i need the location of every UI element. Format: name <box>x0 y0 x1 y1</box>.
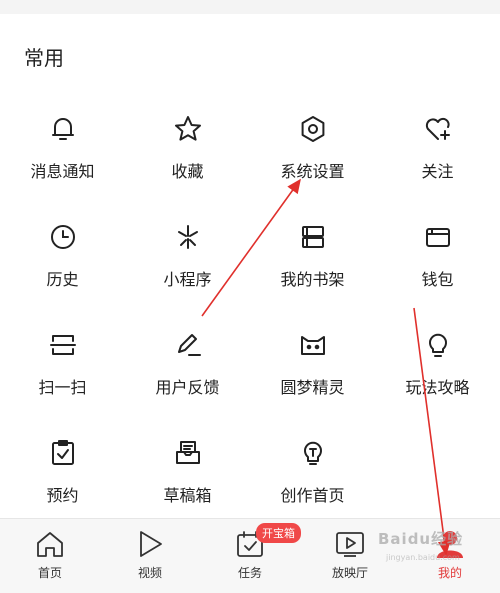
clipboard-check-icon <box>48 438 78 468</box>
section-title: 常用 <box>24 46 64 70</box>
grid-item-notifications[interactable]: 消息通知 <box>0 92 125 200</box>
grid-item-label: 预约 <box>46 486 79 505</box>
home-icon <box>34 528 66 560</box>
tab-home[interactable]: 首页 <box>0 519 100 593</box>
gear-icon <box>298 114 328 144</box>
baidu-watermark-url: jingyan.baidu.com <box>386 553 460 562</box>
grid-item-favorites[interactable]: 收藏 <box>125 92 250 200</box>
drafts-icon <box>173 438 203 468</box>
grid-item-feedback[interactable]: 用户反馈 <box>125 308 250 416</box>
cat-face-icon <box>298 330 328 360</box>
star-icon <box>173 114 203 144</box>
grid-row: 消息通知 收藏 系统设置 关注 <box>0 92 500 200</box>
common-functions-grid: 消息通知 收藏 系统设置 关注 历史 小程序 我的书架 钱包 扫一扫 用户反馈 … <box>0 92 500 524</box>
scan-icon <box>48 330 78 360</box>
grid-row: 预约 草稿箱 创作首页 <box>0 416 500 524</box>
grid-item-label: 消息通知 <box>30 162 95 181</box>
heart-plus-icon <box>423 114 453 144</box>
tab-label: 任务 <box>237 566 262 580</box>
play-icon <box>134 528 166 560</box>
grid-item-label: 收藏 <box>171 162 204 181</box>
tab-label: 视频 <box>137 566 162 580</box>
grid-item-follow[interactable]: 关注 <box>375 92 500 200</box>
grid-item-label: 小程序 <box>163 270 212 289</box>
grid-item-label: 钱包 <box>421 270 454 289</box>
lightbulb-icon <box>423 330 453 360</box>
grid-item-reservations[interactable]: 预约 <box>0 416 125 524</box>
screening-room-icon <box>334 528 366 560</box>
grid-item-system-settings[interactable]: 系统设置 <box>250 92 375 200</box>
grid-item-label: 圆梦精灵 <box>280 378 345 397</box>
feedback-pen-icon <box>173 330 203 360</box>
tab-video[interactable]: 视频 <box>100 519 200 593</box>
tab-label: 放映厅 <box>331 566 368 580</box>
grid-item-mini-programs[interactable]: 小程序 <box>125 200 250 308</box>
grid-item-creator-home[interactable]: 创作首页 <box>250 416 375 524</box>
bookshelf-icon <box>298 222 328 252</box>
grid-item-label: 扫一扫 <box>38 378 87 397</box>
grid-item-dream-elf[interactable]: 圆梦精灵 <box>250 308 375 416</box>
grid-item-history[interactable]: 历史 <box>0 200 125 308</box>
bell-icon <box>48 114 78 144</box>
grid-row: 扫一扫 用户反馈 圆梦精灵 玩法攻略 <box>0 308 500 416</box>
grid-item-scan[interactable]: 扫一扫 <box>0 308 125 416</box>
tab-label: 我的 <box>437 566 462 580</box>
grid-item-label: 创作首页 <box>280 486 345 505</box>
tab-tasks[interactable]: 任务 开宝箱 <box>200 519 301 593</box>
grid-item-label: 系统设置 <box>280 162 345 181</box>
grid-item-label: 玩法攻略 <box>405 378 470 397</box>
baidu-watermark: Baidu经验 <box>378 530 464 548</box>
grid-item-gameplay-guide[interactable]: 玩法攻略 <box>375 308 500 416</box>
wallet-icon <box>423 222 453 252</box>
grid-item-label: 草稿箱 <box>163 486 212 505</box>
mini-program-icon <box>173 222 203 252</box>
grid-item-label: 关注 <box>421 162 454 181</box>
grid-item-label: 我的书架 <box>280 270 345 289</box>
creator-bulb-icon <box>298 438 328 468</box>
top-separator <box>0 0 500 14</box>
clock-icon <box>48 222 78 252</box>
grid-item-drafts[interactable]: 草稿箱 <box>125 416 250 524</box>
grid-item-label: 用户反馈 <box>155 378 220 397</box>
grid-row: 历史 小程序 我的书架 钱包 <box>0 200 500 308</box>
tab-label: 首页 <box>37 566 62 580</box>
grid-item-bookshelf[interactable]: 我的书架 <box>250 200 375 308</box>
treasure-box-badge[interactable]: 开宝箱 <box>256 523 301 543</box>
grid-item-label: 历史 <box>46 270 79 289</box>
grid-item-wallet[interactable]: 钱包 <box>375 200 500 308</box>
